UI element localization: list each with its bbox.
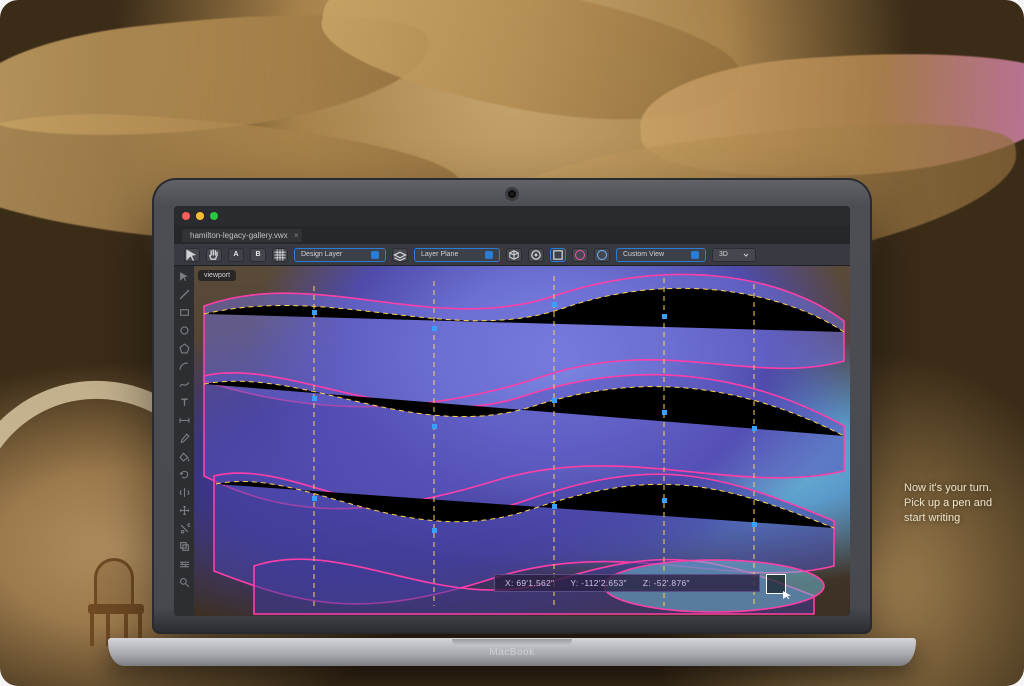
coord-z-label: Z: bbox=[643, 578, 651, 588]
rect-tool-icon[interactable] bbox=[178, 306, 190, 318]
move-tool-icon[interactable] bbox=[178, 504, 190, 516]
close-window-button[interactable] bbox=[182, 212, 190, 220]
cursor-tool-icon[interactable] bbox=[184, 248, 200, 262]
fill-tool-icon[interactable] bbox=[178, 450, 190, 462]
device-brand-label: MacBook bbox=[489, 647, 534, 658]
zoom-window-button[interactable] bbox=[210, 212, 218, 220]
coordinate-readout: X: 69'1.562" Y: -112'2.653" Z: -52'.876" bbox=[494, 574, 760, 592]
chevron-down-icon bbox=[743, 252, 749, 258]
wall-tool-icon[interactable] bbox=[178, 558, 190, 570]
color-swatch-alt-icon[interactable] bbox=[594, 248, 610, 262]
laptop-mockup: hamilton-legacy-gallery.vwx × A B Design… bbox=[152, 178, 872, 666]
trim-tool-icon[interactable] bbox=[178, 522, 190, 534]
camera-icon bbox=[508, 190, 516, 198]
selection-overlay bbox=[194, 266, 850, 616]
circle-tool-icon[interactable] bbox=[178, 324, 190, 336]
dropdown-label: Design Layer bbox=[301, 251, 342, 258]
snap-toggle-grid[interactable] bbox=[272, 248, 288, 262]
render-mode-icon[interactable] bbox=[528, 248, 544, 262]
mirror-tool-icon[interactable] bbox=[178, 486, 190, 498]
text-tool-icon[interactable] bbox=[178, 396, 190, 408]
render-mode-selected-icon[interactable] bbox=[550, 248, 566, 262]
windsor-chair bbox=[84, 558, 154, 648]
chevron-down-icon bbox=[371, 251, 379, 259]
line-tool-icon[interactable] bbox=[178, 288, 190, 300]
freehand-tool-icon[interactable] bbox=[178, 378, 190, 390]
eyedropper-tool-icon[interactable] bbox=[178, 432, 190, 444]
color-swatch-icon[interactable] bbox=[572, 248, 588, 262]
layer-options-icon[interactable] bbox=[392, 248, 408, 262]
tool-palette bbox=[174, 266, 194, 616]
rotate-tool-icon[interactable] bbox=[178, 468, 190, 480]
file-tab-label: hamilton-legacy-gallery.vwx bbox=[190, 231, 288, 240]
view-cube-icon[interactable] bbox=[506, 248, 522, 262]
laptop-bezel: hamilton-legacy-gallery.vwx × A B Design… bbox=[152, 178, 872, 634]
coord-z-value: -52'.876" bbox=[654, 578, 690, 588]
coord-x-value: 69'1.562" bbox=[516, 578, 554, 588]
offset-tool-icon[interactable] bbox=[178, 540, 190, 552]
arc-tool-icon[interactable] bbox=[178, 360, 190, 372]
zoom-tool-icon[interactable] bbox=[178, 576, 190, 588]
projection-dropdown[interactable]: 3D bbox=[712, 248, 756, 262]
polygon-tool-icon[interactable] bbox=[178, 342, 190, 354]
snap-toggle-b[interactable]: B bbox=[250, 248, 266, 262]
wall-text: Now it's your turn. Pick up a pen and st… bbox=[904, 481, 994, 526]
file-tab[interactable]: hamilton-legacy-gallery.vwx × bbox=[182, 229, 302, 242]
cursor-indicator-icon bbox=[766, 574, 786, 594]
pan-tool-icon[interactable] bbox=[206, 248, 222, 262]
dropdown-label: Layer Plane bbox=[421, 251, 458, 258]
plane-dropdown[interactable]: Layer Plane bbox=[414, 248, 500, 262]
chevron-down-icon bbox=[691, 251, 699, 259]
coord-y-label: Y: bbox=[570, 578, 578, 588]
ribbon-toolbar: A B Design Layer Layer Plane bbox=[174, 244, 850, 266]
drawing-canvas[interactable]: viewport bbox=[194, 266, 850, 616]
snap-toggle-a[interactable]: A bbox=[228, 248, 244, 262]
document-tabs: hamilton-legacy-gallery.vwx × bbox=[174, 226, 850, 244]
dimension-tool-icon[interactable] bbox=[178, 414, 190, 426]
window-titlebar bbox=[174, 206, 850, 226]
selection-tool-icon[interactable] bbox=[178, 270, 190, 282]
app-screen: hamilton-legacy-gallery.vwx × A B Design… bbox=[174, 206, 850, 616]
chevron-down-icon bbox=[485, 251, 493, 259]
minimize-window-button[interactable] bbox=[196, 212, 204, 220]
design-layer-dropdown[interactable]: Design Layer bbox=[294, 248, 386, 262]
dropdown-label: Custom View bbox=[623, 251, 664, 258]
coord-y-value: -112'2.653" bbox=[581, 578, 627, 588]
view-dropdown[interactable]: Custom View bbox=[616, 248, 706, 262]
close-tab-icon[interactable]: × bbox=[294, 231, 299, 240]
coord-x-label: X: bbox=[505, 578, 514, 588]
dropdown-label: 3D bbox=[719, 251, 728, 258]
